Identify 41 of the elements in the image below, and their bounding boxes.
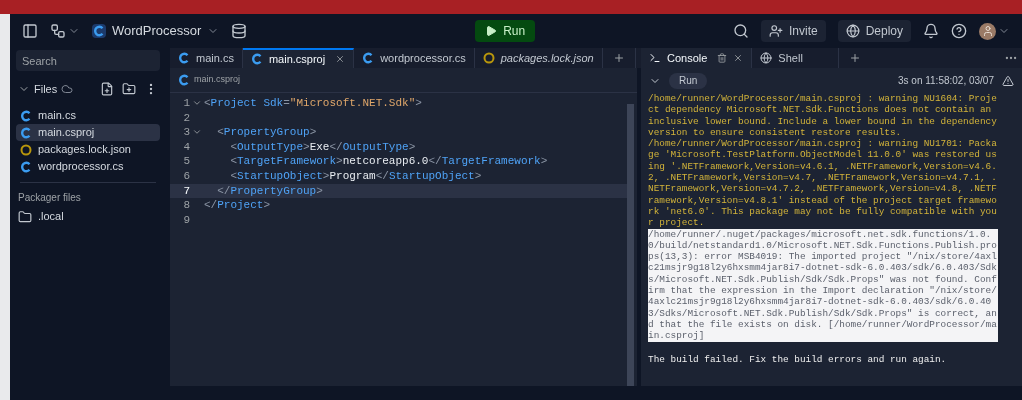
line-number: 9 bbox=[182, 212, 190, 228]
console-output: /home/runner/.nuget/packages/microsoft.net.sdk.functions/1.0.0/build/netstandard1.0/Microsoft.NET.Sdk.Functions.Publish.props(13,3): error MSB4019: The imported project "/nix/store/4axlc21msjr9g18l2y6hxsmm4jar8i7-dotnet-sdk-6.0.403/sdk/6.0.403/Sdks/Microsoft.NET.Sdk.Publish/Sdk/Sdk.Props" was not found. Confirm that the expression in the Import declaration "/nix/store/4axlc21msjr9g18l2y6hxsmm4jar8i7-dotnet-sdk-6.0.403/sdk/6.0.403/Sdks/Microsoft.NET.Sdk.Publish/Sdk/Sdk.Props" is correct, and that the file exists on disk. [/home/runner/WordProcessor/main.csproj] bbox=[648, 228, 998, 342]
files-title: Files bbox=[34, 81, 58, 97]
invite-button[interactable]: Invite bbox=[760, 20, 826, 42]
console-output: The build failed. Fix the build errors and run again. bbox=[648, 353, 948, 365]
code-line: <PropertyGroup> bbox=[216, 125, 317, 141]
line-number: 7 bbox=[182, 183, 190, 199]
code-line: <StartupObject>Program</StartupObject> bbox=[229, 169, 482, 184]
run-button[interactable]: Run bbox=[669, 72, 708, 89]
line-number: 1 bbox=[182, 96, 190, 112]
line-number: 6 bbox=[182, 169, 190, 184]
folder-item[interactable]: .local bbox=[16, 208, 160, 225]
run-button[interactable]: Run bbox=[475, 20, 536, 42]
console-tab[interactable]: Shell bbox=[752, 48, 840, 68]
line-number: 4 bbox=[182, 139, 190, 155]
file-item[interactable]: packages.lock.json bbox=[16, 141, 160, 158]
editor-tab[interactable]: main.csproj bbox=[242, 48, 355, 68]
code-line: </Project> bbox=[204, 198, 271, 214]
code-line: <TargetFramework>netcoreapp6.0</TargetFramework> bbox=[229, 154, 548, 170]
run-status: 3s on 11:58:02, 03/07 bbox=[898, 74, 994, 88]
file-item[interactable]: main.cs bbox=[16, 107, 160, 124]
console-output: /home/runner/WordProcessor/main.csproj : warning NU1701: Package 'Microsoft.TestPlatform.ObjectModel 11.0.0' was restored using '.NETFramework,Version=v4.6.1, .NETFramework,Version=v4.6.2, .NETFramework,Version=v4.7, .NETFramework,Version=v4.7.1, .NETFramework,Version=v4.7.2, .NETFramework,Version=v4.8, .NETFramework,Version=v4.8.1' instead of the project target framework 'net6.0'. This package may not be fully compatible with your project. bbox=[648, 138, 998, 229]
breadcrumb[interactable]: main.csproj bbox=[194, 73, 240, 87]
editor-tab[interactable]: main.cs bbox=[170, 48, 243, 68]
file-item[interactable]: main.csproj bbox=[16, 124, 160, 141]
code-line: <Project Sdk="Microsoft.NET.Sdk"> bbox=[204, 96, 422, 112]
editor-tab[interactable]: wordprocessor.cs bbox=[354, 48, 475, 68]
line-number: 3 bbox=[182, 125, 190, 141]
file-item[interactable]: wordprocessor.cs bbox=[16, 158, 160, 175]
editor-tab[interactable]: packages.lock.json bbox=[474, 48, 603, 68]
line-number: 8 bbox=[182, 198, 190, 214]
console-output: /home/runner/WordProcessor/main.csproj : warning NU1604: Project dependency Microsoft.NET.Sdk.Functions does not contain an inclusive lower bound. Include a lower bound in the dependency version to ensure consistent restore results. bbox=[648, 93, 998, 139]
project-name[interactable]: WordProcessor bbox=[112, 21, 202, 41]
console-tab[interactable]: Console bbox=[641, 48, 753, 68]
deploy-button[interactable]: Deploy bbox=[837, 20, 911, 42]
code-line: </PropertyGroup> bbox=[216, 183, 323, 199]
section-title: Packager files bbox=[17, 191, 82, 205]
search-field[interactable]: Search bbox=[16, 50, 160, 71]
line-number: 5 bbox=[182, 154, 190, 170]
line-number: 2 bbox=[182, 110, 190, 126]
code-line: <OutputType>Exe</OutputType> bbox=[229, 139, 416, 155]
